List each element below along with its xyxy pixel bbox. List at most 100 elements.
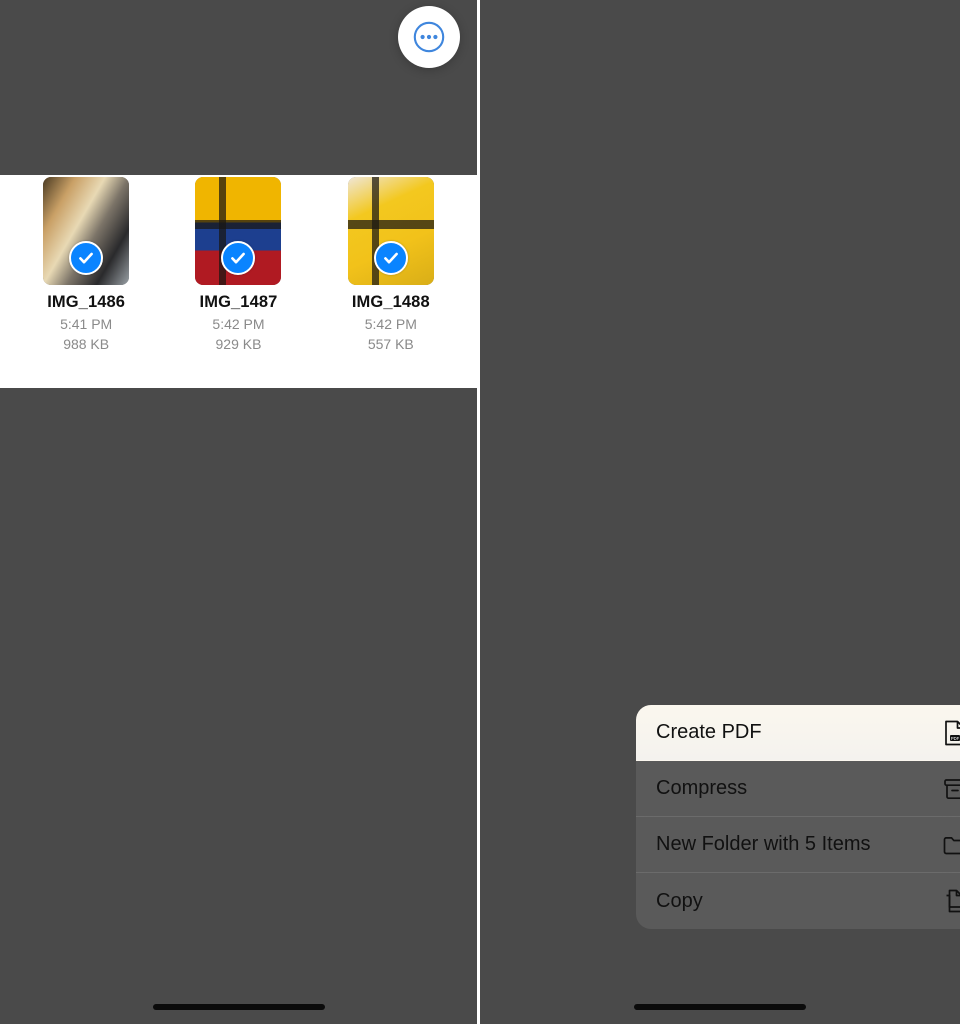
selected-checkmark-icon[interactable] [549, 241, 584, 275]
file-time: 5:43 PM [364, 762, 417, 778]
screen-content-left: 5:47 Select All 5 Items Done Search IMG_… [0, 0, 477, 1024]
folder-button[interactable] [191, 942, 286, 976]
file-name: IMG_1492 [47, 739, 126, 757]
folder-button[interactable] [672, 942, 768, 976]
file-item[interactable]: IMG_1493 5:42 PM 720 KB [182, 614, 295, 809]
file-item[interactable]: IMG_1492 5:42 PM 1.2 MB [30, 614, 142, 809]
file-name: IMG_1488 [834, 293, 913, 311]
file-time: 5:42 PM [693, 539, 747, 555]
more-button[interactable] [881, 6, 943, 68]
file-item[interactable]: IMG_1490 5:42 PM 631 KB [664, 391, 776, 586]
file-name: IMG_1488 [351, 293, 430, 311]
selected-checkmark-icon[interactable] [702, 241, 737, 275]
unselected-circle-icon[interactable] [70, 464, 103, 496]
selected-checkmark-icon[interactable] [373, 241, 408, 275]
search-input[interactable]: Search [496, 104, 944, 142]
file-item[interactable]: IMG_1489 5:42 PM 565 KB [30, 391, 142, 586]
file-item[interactable]: IMG_1487 5:42 PM 929 KB [182, 168, 294, 363]
file-size: 1.2 MB [544, 782, 589, 798]
delete-button[interactable] [286, 942, 381, 976]
trash-icon [323, 946, 345, 973]
more-ellipsis-icon [413, 21, 445, 53]
svg-text:PDF: PDF [951, 735, 960, 740]
file-cell: IMG_1492 5:42 PM 1.2 MB [10, 602, 162, 825]
more-button[interactable] [398, 6, 460, 68]
file-thumbnail [347, 177, 434, 285]
unselected-circle-icon[interactable] [550, 687, 583, 719]
context-menu-item-label: Copy [656, 889, 703, 912]
file-time: 5:42 PM [60, 539, 113, 555]
select-all-button[interactable]: Select All [16, 64, 98, 87]
file-cell: IMG_1493 5:42 PM 720 KB [162, 602, 314, 825]
context-menu-item-label: Create PDF [656, 721, 762, 743]
share-button[interactable] [480, 942, 576, 976]
nav-bar-right: Select All 5 Items Done [480, 52, 960, 98]
unselected-circle-icon[interactable] [222, 464, 255, 496]
selected-checkmark-icon[interactable] [221, 241, 256, 275]
selected-checkmark-icon[interactable] [856, 464, 891, 498]
grid-view-icon[interactable] [840, 62, 866, 88]
file-cell: IMG_1492 5:42 PM 1.2 MB [490, 602, 643, 825]
context-menu-item[interactable]: New Folder with 5 Items [636, 817, 960, 873]
trash-icon [805, 946, 827, 973]
file-item[interactable]: IMG_1486 5:41 PM 988 KB [511, 168, 623, 363]
selected-checkmark-icon[interactable] [373, 464, 408, 498]
file-thumbnail [347, 623, 434, 731]
selected-checkmark-icon[interactable] [221, 687, 256, 721]
context-menu-item[interactable]: Compress [636, 761, 960, 817]
file-cell: IMG_1490 5:42 PM 631 KB [162, 379, 314, 602]
unselected-circle-icon[interactable] [550, 464, 583, 496]
file-thumbnail [830, 177, 917, 285]
file-name: IMG_1491 [351, 516, 430, 534]
delete-button[interactable] [768, 942, 864, 976]
file-time: 5:42 PM [364, 316, 417, 332]
file-item[interactable]: IMG_1487 5:42 PM 929 KB [664, 168, 776, 363]
unselected-circle-icon[interactable] [70, 687, 103, 719]
file-item[interactable]: IMG_1486 5:41 PM 988 KB [30, 168, 142, 363]
file-item[interactable]: IMG_1490 5:42 PM 631 KB [182, 391, 294, 586]
phone-panel-right: 5:47 Select All 5 Items Done Search IMG_… [480, 0, 960, 1024]
file-size: 1.2 MB [63, 782, 109, 798]
file-item[interactable]: IMG_1488 5:42 PM 557 KB [817, 168, 929, 363]
unselected-circle-icon[interactable] [703, 464, 736, 496]
file-name: IMG_1487 [199, 293, 278, 311]
grid-view-icon[interactable] [357, 62, 383, 88]
unselected-circle-icon[interactable] [374, 687, 407, 719]
file-item[interactable]: IMG_1494 5:43 PM 1.7 MB [335, 614, 447, 809]
file-item[interactable]: IMG_1492 5:42 PM 1.2 MB [511, 614, 623, 809]
file-cell: IMG_1494 5:43 PM 1.7 MB [315, 602, 467, 825]
duplicate-button[interactable] [95, 942, 190, 976]
folder-icon [225, 950, 252, 972]
file-name: IMG_1490 [681, 516, 759, 534]
nav-right-actions: Done [840, 62, 938, 88]
context-menu: Create PDF PDF Compress New Folder with 5 I… [636, 705, 960, 929]
file-time: 5:42 PM [212, 762, 265, 778]
file-name: IMG_1486 [47, 293, 126, 311]
file-cell: IMG_1488 5:42 PM 557 KB [797, 156, 950, 379]
context-menu-item[interactable]: Copy [636, 873, 960, 929]
file-item[interactable]: IMG_1491 5:42 PM 985 KB [817, 391, 930, 586]
file-name: IMG_1493 [199, 739, 278, 757]
select-all-button[interactable]: Select All [496, 64, 578, 87]
context-menu-item-label: Compress [656, 777, 748, 799]
duplicate-button[interactable] [576, 942, 672, 976]
share-button[interactable] [0, 942, 95, 976]
selected-checkmark-icon[interactable] [856, 241, 891, 275]
file-item[interactable]: IMG_1489 5:42 PM 565 KB [511, 391, 623, 586]
context-menu-item[interactable]: Create PDF PDF [636, 705, 960, 761]
file-time: 5:42 PM [212, 539, 265, 555]
file-size: 985 KB [367, 559, 414, 575]
file-name: IMG_1492 [527, 739, 606, 757]
file-time: 5:42 PM [847, 316, 900, 332]
selected-checkmark-icon[interactable] [69, 241, 104, 275]
file-time: 5:42 PM [847, 539, 900, 555]
search-area-right: Search [480, 98, 960, 156]
status-clock: 5:47 [30, 15, 69, 36]
file-time: 5:42 PM [693, 316, 747, 332]
search-input[interactable]: Search [16, 104, 461, 142]
file-item[interactable]: IMG_1491 5:42 PM 985 KB [334, 391, 447, 586]
file-item[interactable]: IMG_1488 5:42 PM 557 KB [335, 168, 447, 363]
file-thumbnail [195, 400, 282, 508]
file-thumbnail [43, 400, 130, 508]
file-time: 5:41 PM [60, 316, 113, 332]
